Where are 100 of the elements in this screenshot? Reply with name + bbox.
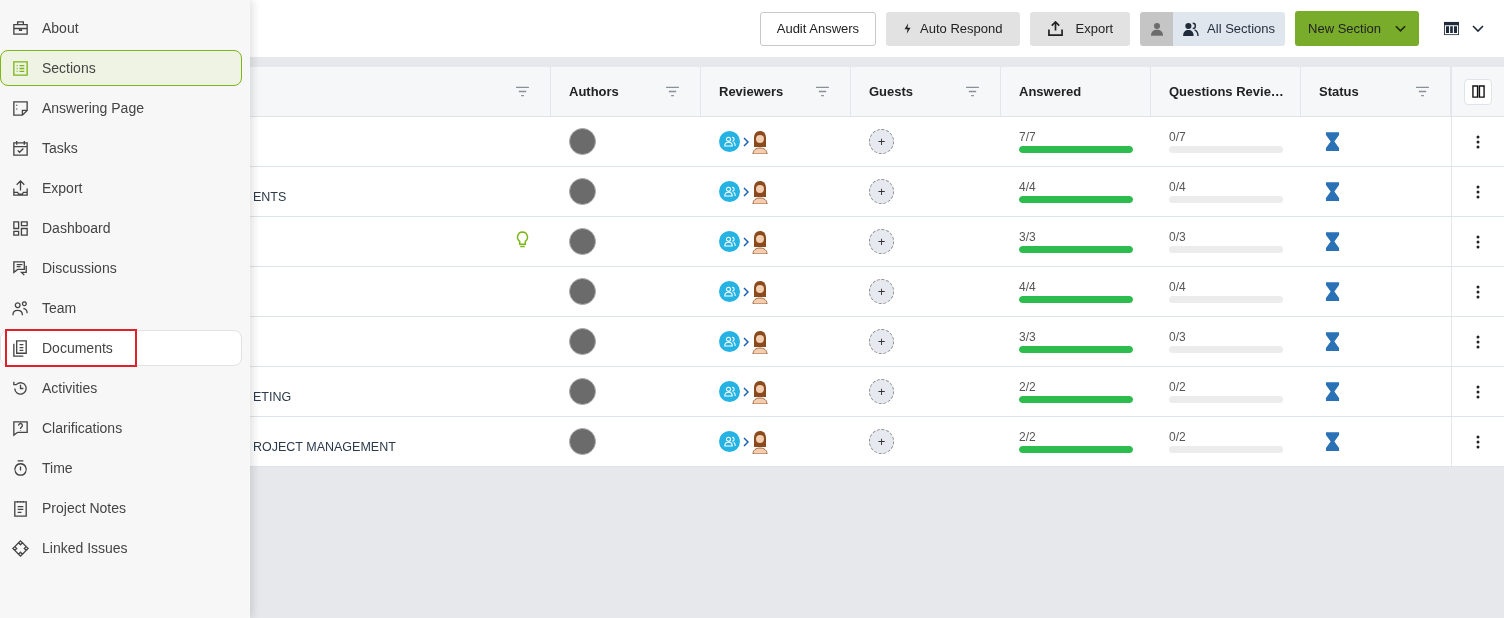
all-sections-filter[interactable]: All Sections: [1173, 11, 1285, 46]
reviewer-group-icon: [719, 131, 740, 152]
author-avatar: [569, 278, 596, 305]
chevron-right-icon: [743, 386, 749, 397]
reviewed-count: 0/3: [1169, 330, 1186, 344]
sidebar-item[interactable]: Linked Issues: [0, 530, 242, 566]
chevron-right-icon: [743, 236, 749, 247]
table-layout-button[interactable]: [1443, 21, 1484, 36]
author-avatar: [569, 328, 596, 355]
chevron-right-icon: [743, 286, 749, 297]
sidebar-item[interactable]: Time: [0, 450, 242, 486]
sidebar-item[interactable]: Activities: [0, 370, 242, 406]
user-toggle[interactable]: [1140, 11, 1174, 46]
calendar-icon: [11, 138, 30, 158]
filter-icon[interactable]: [965, 86, 980, 97]
answered-count: 2/2: [1019, 430, 1036, 444]
reviewed-count: 0/4: [1169, 180, 1186, 194]
table-row[interactable]: ROJECT MANAGEMENT + 2/2 0/2: [250, 417, 1504, 467]
column-header: Questions Revie…: [1169, 84, 1284, 99]
link-nodes-icon: [11, 538, 30, 558]
sidebar-item[interactable]: Export: [0, 170, 242, 206]
column-header: Reviewers: [719, 84, 784, 99]
sidebar-item[interactable]: Discussions: [0, 250, 242, 286]
add-guest-button[interactable]: +: [869, 229, 894, 254]
person-silhouette-icon: [752, 279, 768, 304]
author-avatar: [569, 228, 596, 255]
dashboard-icon: [11, 218, 30, 238]
person-silhouette-icon: [752, 129, 768, 154]
reviewer-group-icon: [719, 431, 740, 452]
answered-count: 3/3: [1019, 330, 1036, 344]
author-avatar: [569, 378, 596, 405]
people-icon: [11, 298, 30, 318]
sidebar-item[interactable]: Dashboard: [0, 210, 242, 246]
audit-answers-button[interactable]: Audit Answers: [759, 11, 877, 46]
new-section-button[interactable]: New Section: [1295, 11, 1419, 46]
chevron-right-icon: [743, 436, 749, 447]
table-row[interactable]: + 3/3 0/3: [250, 217, 1504, 267]
sidebar-item[interactable]: Clarifications: [0, 410, 242, 446]
add-guest-button[interactable]: +: [869, 379, 894, 404]
filter-icon[interactable]: [1415, 86, 1430, 97]
columns-toggle-button[interactable]: [1464, 78, 1492, 105]
filter-icon[interactable]: [665, 86, 680, 97]
sidebar-item[interactable]: About: [0, 10, 242, 46]
page-icon: [11, 98, 30, 118]
upload-icon: [11, 178, 30, 198]
hourglass-icon: [1325, 182, 1340, 201]
answered-count: 4/4: [1019, 280, 1036, 294]
table-icon: [1443, 21, 1460, 36]
author-avatar: [569, 428, 596, 455]
hourglass-icon: [1325, 232, 1340, 251]
author-avatar: [569, 128, 596, 155]
sidebar-item[interactable]: Documents: [0, 330, 242, 366]
sidebar-item[interactable]: Sections: [0, 50, 242, 86]
sidebar-item[interactable]: Tasks: [0, 130, 242, 166]
notes-icon: [11, 498, 30, 518]
person-silhouette-icon: [752, 179, 768, 204]
person-silhouette-icon: [752, 379, 768, 404]
add-guest-button[interactable]: +: [869, 179, 894, 204]
filter-icon[interactable]: [515, 86, 530, 97]
reviewed-count: 0/2: [1169, 430, 1186, 444]
column-header: Answered: [1019, 84, 1082, 99]
people-icon: [1183, 21, 1200, 36]
add-guest-button[interactable]: +: [869, 329, 894, 354]
column-header: Guests: [869, 84, 914, 99]
sidebar-item[interactable]: Answering Page: [0, 90, 242, 126]
table-row[interactable]: ETING + 2/2 0/2: [250, 367, 1504, 417]
table-row[interactable]: + 4/4 0/4: [250, 267, 1504, 317]
author-avatar: [569, 178, 596, 205]
reviewer-group-icon: [719, 281, 740, 302]
filter-icon[interactable]: [815, 86, 830, 97]
briefcase-icon: [11, 18, 30, 38]
answered-count: 2/2: [1019, 380, 1036, 394]
answered-count: 7/7: [1019, 130, 1036, 144]
documents-icon: [11, 338, 30, 358]
reviewer-group-icon: [719, 331, 740, 352]
chevron-right-icon: [743, 136, 749, 147]
add-guest-button[interactable]: +: [869, 279, 894, 304]
sidebar-item[interactable]: Team: [0, 290, 242, 326]
column-header: Status: [1319, 84, 1359, 99]
add-guest-button[interactable]: +: [869, 429, 894, 454]
reviewed-count: 0/4: [1169, 280, 1186, 294]
table-row[interactable]: + 7/7 0/7: [250, 117, 1504, 167]
hourglass-icon: [1325, 382, 1340, 401]
hourglass-icon: [1325, 332, 1340, 351]
reviewer-group-icon: [719, 231, 740, 252]
person-silhouette-icon: [752, 329, 768, 354]
add-guest-button[interactable]: +: [869, 129, 894, 154]
sidebar-item[interactable]: Project Notes: [0, 490, 242, 526]
chevron-down-icon: [1472, 24, 1484, 33]
list-icon: [11, 58, 30, 78]
table-row[interactable]: + 3/3 0/3: [250, 317, 1504, 367]
reviewer-group-icon: [719, 381, 740, 402]
table-row[interactable]: ENTS + 4/4 0/4: [250, 167, 1504, 217]
auto-respond-button[interactable]: Auto Respond: [886, 11, 1020, 46]
reviewed-count: 0/2: [1169, 380, 1186, 394]
export-button[interactable]: Export: [1029, 11, 1131, 46]
chevron-right-icon: [743, 336, 749, 347]
stopwatch-icon: [11, 458, 30, 478]
lightning-icon: [903, 22, 913, 35]
person-silhouette-icon: [752, 429, 768, 454]
